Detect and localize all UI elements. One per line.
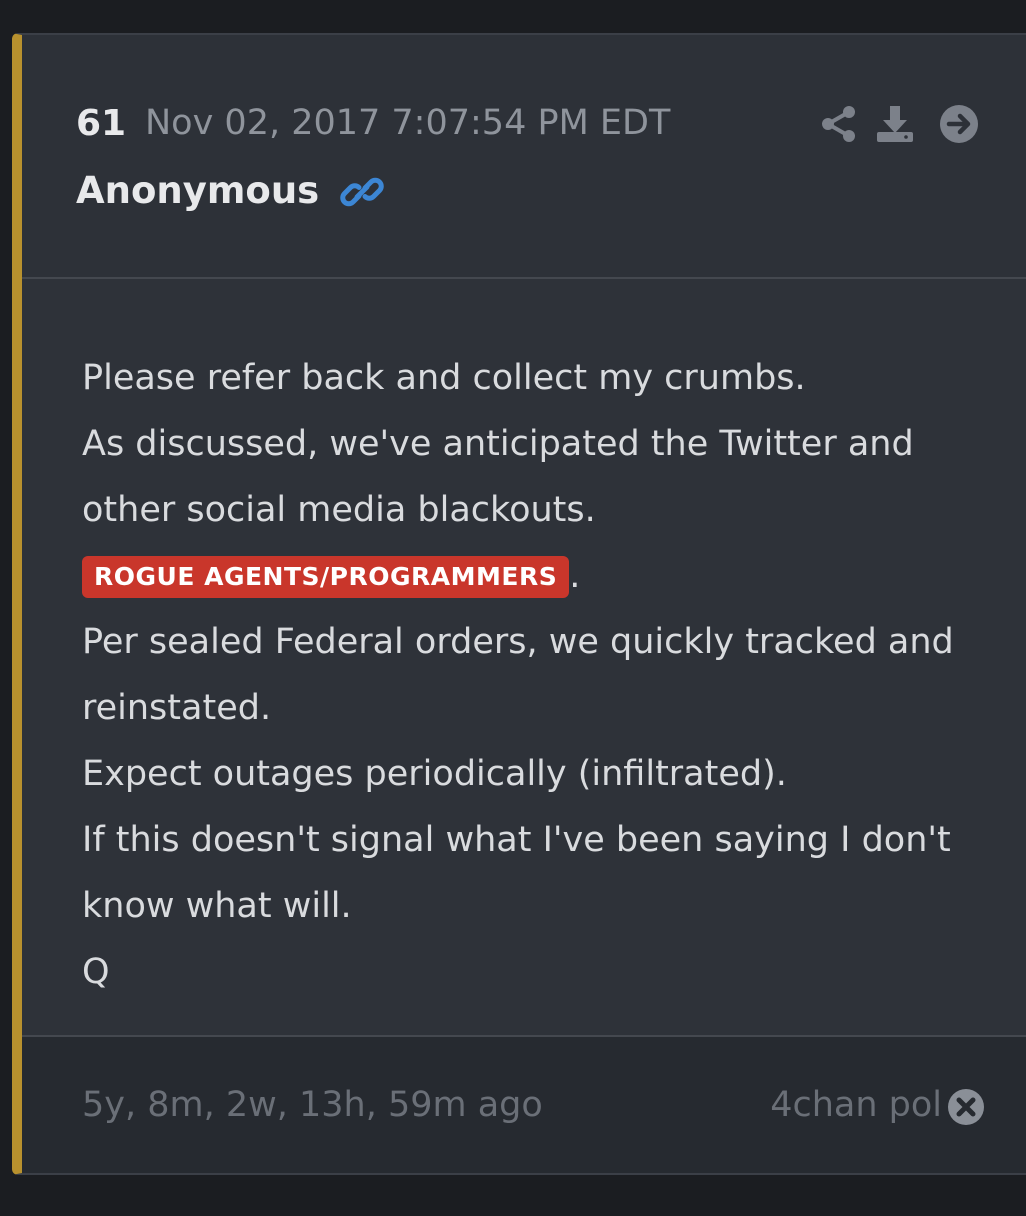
highlight-suffix: . [569,556,581,596]
body-line: Please refer back and collect my crumbs. [82,358,806,398]
highlight-line: ROGUE AGENTS/PROGRAMMERS. [82,543,1022,609]
post-source: 4chan pol [770,1085,942,1125]
body-line: other social media blackouts. [82,490,596,530]
share-icon[interactable] [818,103,860,145]
body-line: If this doesn't signal what I've been sa… [82,820,951,860]
time-ago: 5y, 8m, 2w, 13h, 59m ago [82,1085,543,1125]
body-line: know what will. [82,886,352,926]
link-icon[interactable] [340,170,384,214]
post-header: 61 Nov 02, 2017 7:07:54 PM EDT Anonymous [22,35,1026,279]
close-circle-icon[interactable] [946,1087,986,1127]
post-card: 61 Nov 02, 2017 7:07:54 PM EDT Anonymous [12,33,1026,1175]
post-footer: 5y, 8m, 2w, 13h, 59m ago 4chan pol [22,1037,1026,1173]
body-line: reinstated. [82,688,272,728]
post-author: Anonymous [76,169,320,212]
download-icon[interactable] [874,103,916,145]
body-line: Q [82,952,110,992]
body-line: Expect outages periodically (infiltrated… [82,754,787,794]
post-text: Please refer back and collect my crumbs.… [82,345,1022,1005]
post-number: 61 [76,103,127,144]
post-date: Nov 02, 2017 7:07:54 PM EDT [145,103,671,143]
arrow-right-circle-icon[interactable] [938,103,980,145]
body-line: Per sealed Federal orders, we quickly tr… [82,622,954,662]
highlight-tag: ROGUE AGENTS/PROGRAMMERS [82,556,570,598]
post-body: Please refer back and collect my crumbs.… [22,279,1026,1037]
body-line: As discussed, we've anticipated the Twit… [82,424,914,464]
